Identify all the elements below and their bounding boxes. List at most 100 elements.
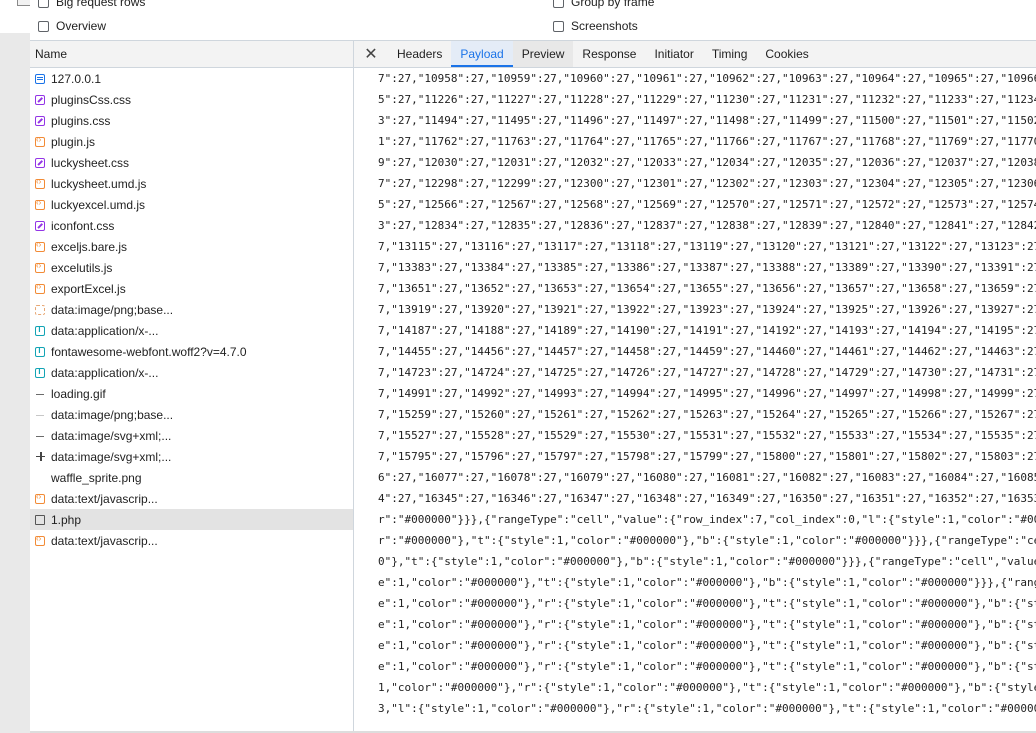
- payload-line: 7,"15259":27,"15260":27,"15261":27,"1526…: [378, 408, 1036, 421]
- request-row[interactable]: pluginsCss.css: [30, 89, 353, 110]
- stylesheet-icon: [35, 220, 45, 231]
- request-row[interactable]: excelutils.js: [30, 257, 353, 278]
- request-name: excelutils.js: [51, 260, 113, 275]
- request-row[interactable]: exportExcel.js: [30, 278, 353, 299]
- payload-line: 9":27,"12030":27,"12031":27,"12032":27,"…: [378, 156, 1036, 169]
- request-row[interactable]: luckysheet.css: [30, 152, 353, 173]
- tab-cookies[interactable]: Cookies: [756, 41, 817, 67]
- tab-timing[interactable]: Timing: [703, 41, 757, 67]
- close-icon[interactable]: ✕: [354, 44, 388, 64]
- request-row[interactable]: data:image/png;base...: [30, 404, 353, 425]
- group-by-frame-checkbox[interactable]: Group by frame: [553, 0, 654, 9]
- left-gutter: [0, 0, 31, 733]
- request-row[interactable]: fontawesome-webfont.woff2?v=4.7.0: [30, 341, 353, 362]
- request-row[interactable]: waffle_sprite.png: [30, 467, 353, 488]
- font-icon: [35, 324, 45, 336]
- document-icon: [35, 73, 45, 84]
- payload-line: 7,"14723":27,"14724":27,"14725":27,"1472…: [378, 366, 1036, 379]
- payload-content[interactable]: 7":27,"10958":27,"10959":27,"10960":27,"…: [354, 68, 1036, 733]
- page-icon: [35, 514, 45, 525]
- request-row[interactable]: 1.php: [30, 509, 353, 530]
- payload-line: 1":27,"11762":27,"11763":27,"11764":27,"…: [378, 135, 1036, 148]
- script-icon: [35, 491, 45, 504]
- big-request-rows-label: Big request rows: [56, 0, 146, 9]
- checkbox-icon[interactable]: [553, 20, 564, 32]
- payload-line: 7,"14991":27,"14992":27,"14993":27,"1499…: [378, 387, 1036, 400]
- tab-payload[interactable]: Payload: [451, 41, 513, 67]
- request-detail-tabs: ✕ Headers Payload Preview Response Initi…: [354, 41, 1036, 68]
- request-row[interactable]: plugins.css: [30, 110, 353, 131]
- request-name: data:application/x-...: [51, 323, 159, 338]
- request-list-panel: Name 127.0.0.1 pluginsCss.css plugins.css p…: [30, 41, 354, 733]
- network-settings-bar: Big request rows Group by frame Overview…: [30, 0, 1036, 41]
- font-icon: [35, 366, 45, 378]
- checkbox-icon[interactable]: [38, 20, 49, 32]
- payload-line: 0"},"t":{"style":1,"color":"#000000"},"b…: [378, 555, 1036, 568]
- request-row[interactable]: iconfont.css: [30, 215, 353, 236]
- big-request-rows-checkbox[interactable]: Big request rows: [38, 0, 145, 9]
- payload-line: 7,"15527":27,"15528":27,"15529":27,"1553…: [378, 429, 1036, 442]
- script-icon: [35, 197, 45, 210]
- request-row[interactable]: data:application/x-...: [30, 362, 353, 383]
- stylesheet-icon: [35, 115, 45, 126]
- request-name: fontawesome-webfont.woff2?v=4.7.0: [51, 344, 247, 359]
- payload-line: e":1,"color":"#000000"},"r":{"style":1,"…: [378, 639, 1036, 652]
- toolbar-corner-icon[interactable]: [17, 0, 31, 6]
- dash-icon: [35, 389, 45, 399]
- request-name: data:image/svg+xml;...: [51, 449, 172, 464]
- overview-label: Overview: [56, 19, 107, 33]
- request-row[interactable]: 127.0.0.1: [30, 68, 353, 89]
- request-row[interactable]: loading.gif: [30, 383, 353, 404]
- payload-line: e":1,"color":"#000000"},"t":{"style":1,"…: [378, 576, 1036, 589]
- payload-line: 7,"13115":27,"13116":27,"13117":27,"1311…: [378, 240, 1036, 253]
- dash-light-icon: [35, 410, 45, 420]
- request-list: 127.0.0.1 pluginsCss.css plugins.css plugin…: [30, 68, 353, 551]
- payload-line: 7,"13651":27,"13652":27,"13653":27,"1365…: [378, 282, 1036, 295]
- checkbox-icon[interactable]: [553, 0, 564, 8]
- request-name: luckyexcel.umd.js: [51, 197, 146, 212]
- payload-line: 5":27,"12566":27,"12567":27,"12568":27,"…: [378, 198, 1036, 211]
- payload-line: 6":27,"16077":27,"16078":27,"16079":27,"…: [378, 471, 1036, 484]
- request-name: exportExcel.js: [51, 281, 126, 296]
- request-name: plugins.css: [51, 113, 111, 128]
- request-row[interactable]: exceljs.bare.js: [30, 236, 353, 257]
- payload-line: 1,"color":"#000000"},"r":{"style":1,"col…: [378, 681, 1036, 694]
- request-row[interactable]: data:image/png;base...: [30, 299, 353, 320]
- request-name: data:text/javascrip...: [51, 491, 158, 506]
- request-row[interactable]: luckysheet.umd.js: [30, 173, 353, 194]
- payload-line: 7":27,"12298":27,"12299":27,"12300":27,"…: [378, 177, 1036, 190]
- payload-line: 7,"14455":27,"14456":27,"14457":27,"1445…: [378, 345, 1036, 358]
- payload-line: 3,"l":{"style":1,"color":"#000000"},"r":…: [378, 702, 1036, 715]
- stylesheet-icon: [35, 94, 45, 105]
- script-icon: [35, 239, 45, 252]
- payload-line: r":"#000000"}}},{"rangeType":"cell","val…: [378, 513, 1036, 526]
- tab-response[interactable]: Response: [573, 41, 645, 67]
- payload-line: 3":27,"11494":27,"11495":27,"11496":27,"…: [378, 114, 1036, 127]
- request-row[interactable]: data:application/x-...: [30, 320, 353, 341]
- request-name: waffle_sprite.png: [51, 470, 142, 485]
- payload-line: 7,"13383":27,"13384":27,"13385":27,"1338…: [378, 261, 1036, 274]
- request-name: data:application/x-...: [51, 365, 159, 380]
- tab-initiator[interactable]: Initiator: [645, 41, 702, 67]
- request-row[interactable]: data:text/javascrip...: [30, 488, 353, 509]
- screenshots-checkbox[interactable]: Screenshots: [553, 19, 638, 33]
- tab-preview[interactable]: Preview: [512, 41, 574, 67]
- request-row[interactable]: data:text/javascrip...: [30, 530, 353, 551]
- request-row[interactable]: data:image/svg+xml;...: [30, 446, 353, 467]
- dash-icon: [35, 431, 45, 441]
- left-gutter-pane: [0, 33, 30, 733]
- request-name: exceljs.bare.js: [51, 239, 128, 254]
- request-name: data:image/svg+xml;...: [51, 428, 172, 443]
- request-row[interactable]: luckyexcel.umd.js: [30, 194, 353, 215]
- screenshots-label: Screenshots: [571, 19, 638, 33]
- tab-headers[interactable]: Headers: [388, 41, 451, 67]
- blank-icon: [35, 473, 45, 483]
- checkbox-icon[interactable]: [38, 0, 49, 8]
- request-name: 127.0.0.1: [51, 71, 102, 86]
- overview-checkbox[interactable]: Overview: [38, 19, 106, 33]
- payload-line: r":"#000000"},"t":{"style":1,"color":"#0…: [378, 534, 1036, 547]
- request-name: pluginsCss.css: [51, 92, 132, 107]
- request-row[interactable]: plugin.js: [30, 131, 353, 152]
- name-column-header[interactable]: Name: [30, 41, 353, 68]
- request-row[interactable]: data:image/svg+xml;...: [30, 425, 353, 446]
